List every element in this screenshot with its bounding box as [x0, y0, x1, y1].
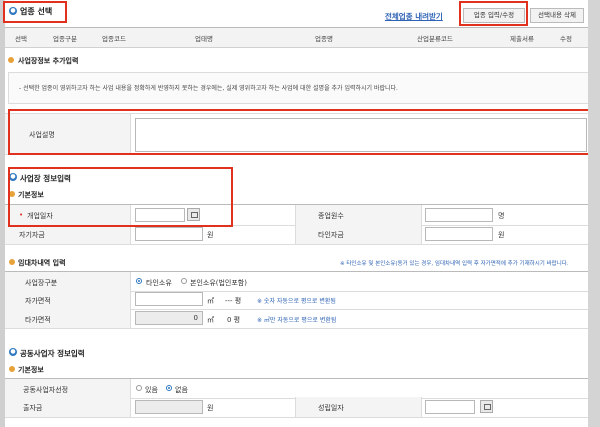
col-edit: 수정	[560, 35, 572, 43]
label-cell: 종업원수	[295, 205, 422, 225]
calendar-icon[interactable]	[480, 400, 493, 413]
other-area-input: 0	[135, 311, 203, 325]
highlight-box	[459, 1, 528, 26]
other-capital-label: 타인자금	[318, 231, 344, 239]
other-area-label: 타가면적	[25, 316, 51, 324]
other-capital-unit: 원	[498, 231, 505, 239]
lease-notice: ※ 타인소유 및 본인소유(동거 있는 경우, 임대차내역 입력 후 자가면적에…	[340, 261, 569, 267]
col-select: 선택	[15, 35, 27, 43]
col-code: 업종코드	[102, 35, 126, 43]
row-site-type: 사업장구분 타인소유 본인소유(법인포함)	[5, 271, 588, 292]
other-area-unit: ㎡	[207, 316, 214, 324]
industry-table-header: 선택 업종구분 업종코드 업태명 업종명 산업분류코드 제출서류 수정	[5, 27, 588, 48]
label-cell: 성립일자	[295, 397, 422, 417]
label-cell: 공동사업자선정	[5, 379, 131, 398]
download-all-link[interactable]: 전체업종 내려받기	[385, 11, 443, 22]
partner-yes-label: 있음	[145, 386, 158, 394]
row-partner-select: 공동사업자선정 있음 없음	[5, 378, 588, 399]
page: ● 업종 선택 전체업종 내려받기 업종 입력/수정 선택내용 삭제 선택 업종…	[3, 0, 600, 427]
employee-count-input[interactable]	[425, 208, 493, 222]
investment-unit: 원	[207, 404, 214, 412]
lease-title: 임대차내역 입력	[18, 259, 66, 267]
own-area-label: 자가면적	[25, 297, 51, 305]
site-type-label: 사업장구분	[25, 279, 58, 287]
col-industry-name: 업종명	[315, 35, 333, 43]
other-capital-input[interactable]	[425, 227, 493, 241]
row-investment: 출자금 원 성립일자	[5, 397, 588, 418]
label-cell: 타인자금	[295, 224, 422, 244]
partner-no-label: 없음	[175, 386, 188, 394]
other-area-value: 0	[193, 314, 198, 322]
own-capital-input[interactable]	[135, 227, 203, 241]
investment-input[interactable]	[135, 400, 203, 414]
partner-title: 공동사업자 정보입력	[20, 349, 85, 358]
delete-selected-button[interactable]: 선택내용 삭제	[530, 8, 584, 23]
own-capital-label: 자기자금	[19, 231, 45, 239]
radio-partner-yes[interactable]	[136, 385, 142, 391]
highlight-box	[8, 109, 600, 155]
partner-date-label: 성립일자	[318, 404, 344, 412]
highlight-box	[3, 1, 67, 23]
own-capital-unit: 원	[207, 231, 214, 239]
own-area-input[interactable]	[135, 292, 203, 306]
radio-self-owned[interactable]	[181, 278, 187, 284]
radio-other-owned[interactable]	[136, 278, 142, 284]
employee-count-label: 종업원수	[318, 212, 344, 220]
col-type: 업종구분	[53, 35, 77, 43]
label-cell: 사업장구분	[5, 272, 131, 291]
notice-box: - 선택한 업종이 영위하고자 하는 사업 내용을 정확하게 반영하지 못하는 …	[8, 72, 590, 104]
employee-unit: 명	[498, 212, 505, 220]
row-own-area: 자가면적 ㎡ --- 평 ※ 숫자 자동으로 평으로 변환됨	[5, 290, 588, 310]
partner-select-label: 공동사업자선정	[23, 386, 69, 394]
partner-date-input[interactable]	[425, 400, 475, 414]
col-biz-type: 업태명	[195, 35, 213, 43]
label-cell: 자가면적	[5, 290, 131, 309]
sub-bullet-icon	[9, 366, 15, 372]
radio-own-label: 본인소유(법인포함)	[190, 279, 247, 287]
own-area-note: ※ 숫자 자동으로 평으로 변환됨	[257, 298, 336, 305]
other-area-note: ※ ㎡만 자동으로 평으로 변환됨	[257, 317, 337, 324]
label-cell: 자기자금	[5, 224, 131, 244]
own-area-pyeong: --- 평	[225, 297, 242, 305]
section-bullet-icon: ●	[9, 348, 17, 356]
label-cell: 타가면적	[5, 309, 131, 328]
row-capital: 자기자금 원 타인자금 원	[5, 224, 588, 245]
label-cell: 출자금	[5, 397, 131, 417]
business-info-title: 사업장정보 추가입력	[18, 57, 79, 65]
notice-text: - 선택한 업종이 영위하고자 하는 사업 내용을 정확하게 반영하지 못하는 …	[19, 85, 398, 92]
sub-bullet-icon	[8, 57, 14, 63]
partner-basic-label: 기본정보	[18, 366, 44, 374]
row-other-area: 타가면적 0 ㎡ 0 평 ※ ㎡만 자동으로 평으로 변환됨	[5, 309, 588, 329]
col-industry-code: 산업분류코드	[417, 35, 453, 43]
scrollbar-track[interactable]	[588, 0, 600, 427]
other-area-pyeong: 0 평	[227, 316, 241, 324]
radio-partner-no[interactable]	[166, 385, 172, 391]
investment-label: 출자금	[23, 404, 43, 412]
highlight-box	[8, 167, 233, 227]
sub-bullet-icon	[9, 259, 15, 265]
own-area-unit: ㎡	[207, 297, 214, 305]
col-documents: 제출서류	[510, 35, 534, 43]
radio-other-label: 타인소유	[146, 279, 172, 287]
